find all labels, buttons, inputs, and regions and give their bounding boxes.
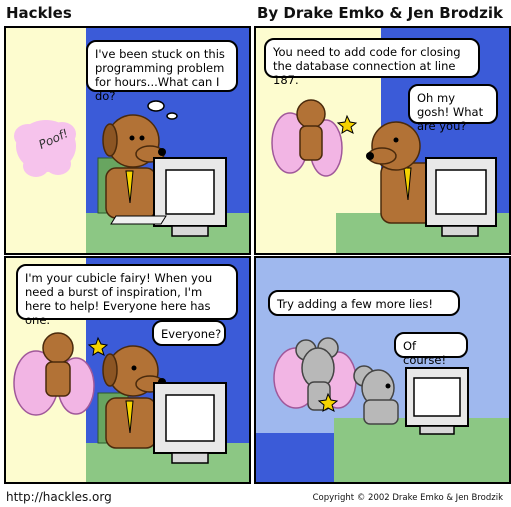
- comic-authors: By Drake Emko & Jen Brodzik: [256, 4, 503, 22]
- speech-bubble-fairy-3: Try adding a few more lies!: [268, 290, 460, 316]
- speech-bubble-mouse: Of course!: [394, 332, 468, 367]
- comic-title: Hackles: [6, 4, 72, 22]
- computer-monitor: [153, 382, 227, 464]
- comic-panel-2: You need to add code for closing the dat…: [254, 26, 511, 255]
- speech-bubble-fairy-2: I'm your cubicle fairy! When you need a …: [16, 264, 238, 327]
- computer-monitor: [425, 157, 497, 237]
- site-url[interactable]: http://hackles.org: [6, 490, 112, 504]
- speech-bubble-dog-2: Oh my gosh! What are you?: [408, 84, 498, 133]
- comic-panel-3: I'm your cubicle fairy! When you need a …: [4, 256, 251, 484]
- computer-monitor: [153, 157, 227, 237]
- comic-panel-4: Try adding a few more lies! Of course!: [254, 256, 511, 484]
- speech-bubble-fairy-1: You need to add code for closing the dat…: [264, 38, 480, 87]
- copyright-text: Copyright © 2002 Drake Emko & Jen Brodzi…: [312, 493, 503, 503]
- computer-monitor: [405, 367, 469, 435]
- speech-bubble-dog-1: I've been stuck on this programming prob…: [86, 40, 238, 103]
- comic-panel-1: I've been stuck on this programming prob…: [4, 26, 251, 255]
- speech-bubble-dog-3: Everyone?: [152, 320, 226, 346]
